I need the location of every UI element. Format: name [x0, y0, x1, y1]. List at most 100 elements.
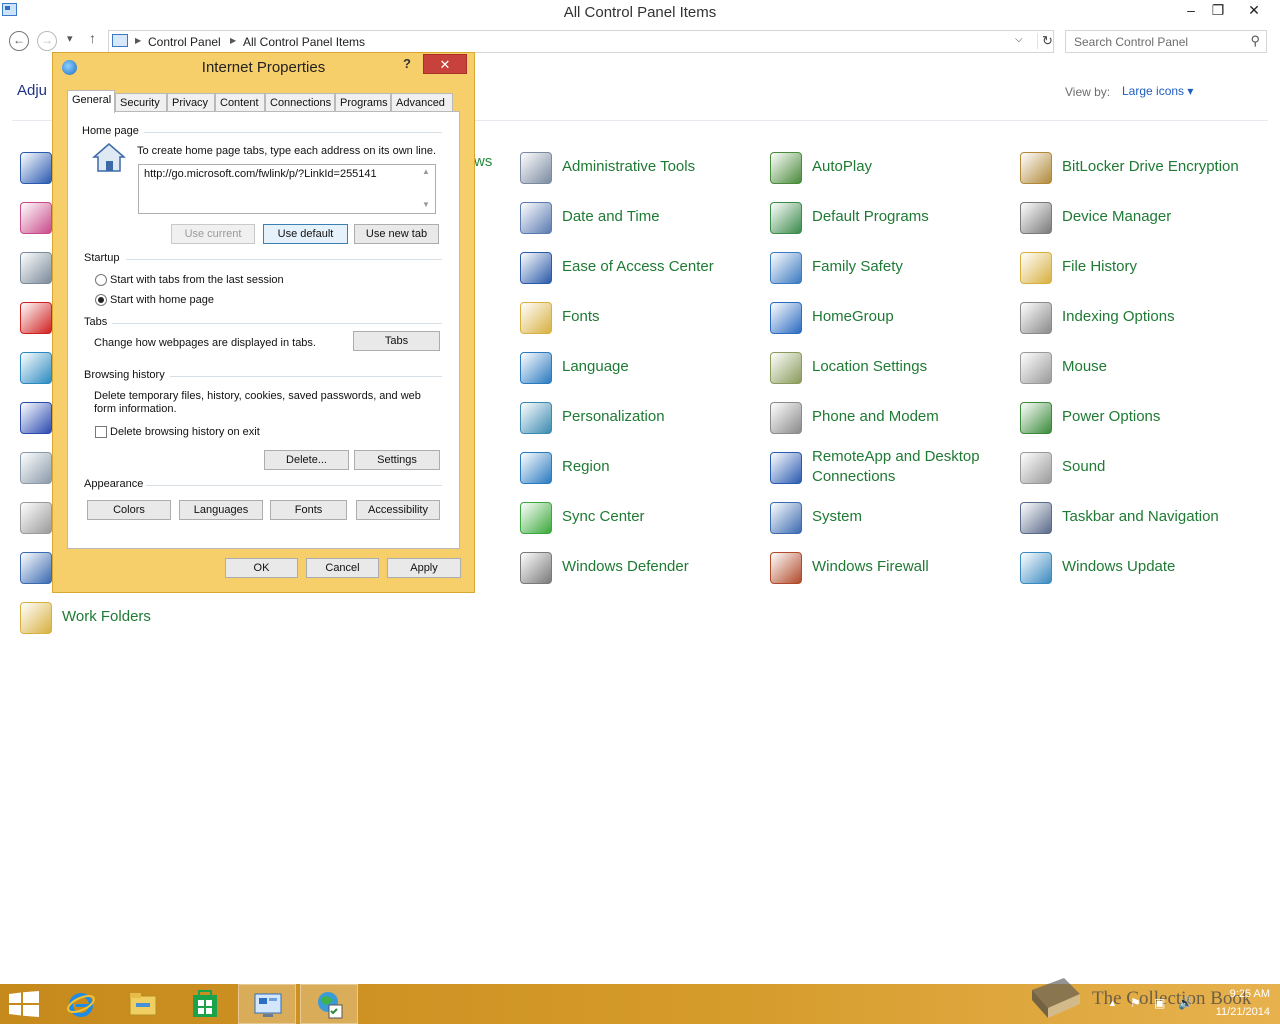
home-page-url-input[interactable]: http://go.microsoft.com/fwlink/p/?LinkId… [138, 164, 436, 214]
use-current-button[interactable]: Use current [171, 224, 255, 244]
speech-recognition-icon[interactable] [20, 502, 52, 534]
devices-printers-icon[interactable] [20, 252, 52, 284]
breadcrumb-all-items[interactable]: All Control Panel Items [243, 35, 365, 49]
cp-item-windows-firewall[interactable]: Windows Firewall [770, 550, 1010, 590]
action-center-flag-icon[interactable] [20, 152, 52, 184]
scroll-up-icon[interactable]: ▲ [422, 167, 430, 176]
history-settings-button[interactable]: Settings [354, 450, 440, 470]
view-by-dropdown[interactable]: Large icons ▾ [1122, 84, 1193, 98]
maximize-button[interactable]: ❐ [1204, 0, 1232, 22]
tab-security[interactable]: Security [115, 93, 167, 112]
breadcrumb-separator[interactable]: ▶ [230, 36, 236, 45]
taskbar-internet-explorer[interactable] [52, 984, 110, 1024]
breadcrumb-control-panel[interactable]: Control Panel [148, 35, 221, 49]
cp-item-autoplay[interactable]: AutoPlay [770, 150, 1010, 190]
startup-home-page-radio[interactable] [95, 294, 107, 306]
help-button[interactable]: ? [403, 56, 411, 71]
start-windows-icon[interactable] [9, 991, 39, 1017]
cp-item-taskbar-navigation[interactable]: Taskbar and Navigation [1020, 500, 1260, 540]
startup-home-page-label[interactable]: Start with home page [110, 294, 214, 307]
startup-last-session-radio[interactable] [95, 274, 107, 286]
address-dropdown-icon[interactable]: ⌵ [1015, 34, 1023, 45]
flash-player-icon[interactable] [20, 302, 52, 334]
cp-item-phone-modem[interactable]: Phone and Modem [770, 400, 1010, 440]
cancel-button[interactable]: Cancel [306, 558, 379, 578]
cp-item-admin-tools[interactable]: Administrative Tools [520, 150, 760, 190]
cp-item-default-programs[interactable]: Default Programs [770, 200, 1010, 240]
search-input[interactable]: Search Control Panel ⚲ [1065, 30, 1267, 53]
cp-item-date-time[interactable]: Date and Time [520, 200, 760, 240]
cp-item-ease-of-access[interactable]: Ease of Access Center [520, 250, 760, 290]
apply-button[interactable]: Apply [387, 558, 461, 578]
cp-item-bitlocker[interactable]: BitLocker Drive Encryption [1020, 150, 1260, 190]
cp-item-homegroup[interactable]: HomeGroup [770, 300, 1010, 340]
show-hidden-icons-icon[interactable]: ▲ [1108, 998, 1117, 1008]
cp-item-fonts[interactable]: Fonts [520, 300, 760, 340]
taskbar-internet-properties[interactable] [300, 984, 358, 1024]
cp-item-location-settings[interactable]: Location Settings [770, 350, 1010, 390]
recent-locations-button[interactable]: ▾ [67, 32, 73, 45]
network-icon[interactable]: ▣ [1154, 996, 1165, 1010]
tab-advanced[interactable]: Advanced [391, 93, 453, 112]
use-new-tab-button[interactable]: Use new tab [354, 224, 439, 244]
tab-privacy[interactable]: Privacy [167, 93, 215, 112]
cp-item-device-manager[interactable]: Device Manager [1020, 200, 1260, 240]
forward-button[interactable]: → [37, 31, 57, 51]
search-icon[interactable]: ⚲ [1250, 33, 1260, 49]
refresh-icon[interactable]: ↻ [1037, 33, 1053, 49]
cp-item-indexing-options[interactable]: Indexing Options [1020, 300, 1260, 340]
languages-button[interactable]: Languages [179, 500, 263, 520]
taskbar-control-panel[interactable] [238, 984, 296, 1024]
startup-last-session-label[interactable]: Start with tabs from the last session [110, 274, 284, 287]
tab-connections[interactable]: Connections [265, 93, 335, 112]
taskbar-file-explorer[interactable] [114, 984, 172, 1024]
hidden-item-label-fragment[interactable]: ws [474, 153, 492, 170]
volume-icon[interactable]: 🔊 [1178, 996, 1193, 1010]
fonts-button[interactable]: Fonts [270, 500, 347, 520]
minimize-button[interactable]: – [1177, 0, 1205, 22]
address-field[interactable]: ▶ Control Panel ▶ All Control Panel Item… [108, 30, 1054, 53]
colors-button[interactable]: Colors [87, 500, 171, 520]
tab-general[interactable]: General [67, 90, 115, 113]
clock-time[interactable]: 9:25 AM [1204, 988, 1270, 1000]
cp-item-label: Windows Update [1062, 558, 1176, 575]
cp-item-remoteapp[interactable]: RemoteApp and Desktop Connections [770, 448, 1010, 490]
tabs-settings-button[interactable]: Tabs [353, 331, 440, 351]
ok-button[interactable]: OK [225, 558, 298, 578]
tab-content[interactable]: Content [215, 93, 265, 112]
color-management-icon[interactable] [20, 202, 52, 234]
cp-item-sound[interactable]: Sound [1020, 450, 1260, 490]
cp-item-region[interactable]: Region [520, 450, 760, 490]
cp-item-windows-defender[interactable]: Windows Defender [520, 550, 760, 590]
tab-programs[interactable]: Programs [335, 93, 391, 112]
accessibility-button[interactable]: Accessibility [356, 500, 440, 520]
up-button[interactable]: ↑ [89, 30, 96, 46]
cp-item-system[interactable]: System [770, 500, 1010, 540]
cp-item-sync-center[interactable]: Sync Center [520, 500, 760, 540]
delete-on-exit-checkbox[interactable] [95, 426, 107, 438]
delete-on-exit-label[interactable]: Delete browsing history on exit [110, 426, 260, 439]
cp-item-file-history[interactable]: File History [1020, 250, 1260, 290]
cp-item-family-safety[interactable]: Family Safety [770, 250, 1010, 290]
cp-item-work-folders[interactable]: Work Folders [20, 600, 260, 640]
back-button[interactable]: ← [9, 31, 29, 51]
cp-item-language[interactable]: Language [520, 350, 760, 390]
taskbar-store[interactable] [176, 984, 234, 1024]
cp-item-mouse[interactable]: Mouse [1020, 350, 1260, 390]
internet-options-icon[interactable] [20, 352, 52, 384]
cp-item-windows-update[interactable]: Windows Update [1020, 550, 1260, 590]
dialog-close-button[interactable]: ✕ [423, 54, 467, 74]
delete-history-button[interactable]: Delete... [264, 450, 349, 470]
programs-features-icon[interactable] [20, 452, 52, 484]
close-window-button[interactable]: ✕ [1240, 0, 1268, 22]
breadcrumb-separator[interactable]: ▶ [135, 36, 141, 45]
network-sharing-icon[interactable] [20, 402, 52, 434]
group-divider [112, 323, 442, 324]
clock-date[interactable]: 11/21/2014 [1204, 1006, 1270, 1018]
cp-item-power-options[interactable]: Power Options [1020, 400, 1260, 440]
display-icon[interactable] [20, 552, 52, 584]
scroll-down-icon[interactable]: ▼ [422, 200, 430, 209]
cp-item-personalization[interactable]: Personalization [520, 400, 760, 440]
use-default-button[interactable]: Use default [263, 224, 348, 244]
action-center-icon[interactable]: ⚑ [1130, 996, 1141, 1010]
